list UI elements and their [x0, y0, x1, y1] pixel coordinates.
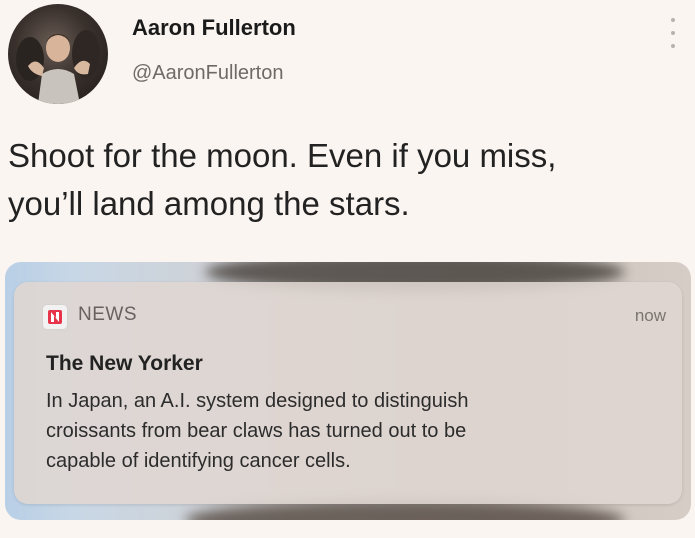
- tweet-text: Shoot for the moon. Even if you miss, yo…: [8, 132, 693, 228]
- tweet-text-line-2: you’ll land among the stars.: [8, 185, 410, 222]
- news-icon: [42, 304, 68, 330]
- app-name: NEWS: [78, 304, 137, 325]
- notification-body-line-2: croissants from bear claws has turned ou…: [46, 420, 467, 442]
- tweet-card: Aaron Fullerton @AaronFullerton Shoot fo…: [0, 0, 695, 538]
- notification-title: The New Yorker: [46, 352, 203, 375]
- notification-body-line-1: In Japan, an A.I. system designed to dis…: [46, 390, 469, 412]
- tweet-text-line-1: Shoot for the moon. Even if you miss,: [8, 137, 557, 174]
- user-handle[interactable]: @AaronFullerton: [132, 62, 283, 85]
- avatar[interactable]: [8, 4, 108, 104]
- display-name[interactable]: Aaron Fullerton: [132, 15, 296, 41]
- news-notification[interactable]: NEWS now The New Yorker In Japan, an A.I…: [14, 282, 682, 504]
- more-vertical-icon[interactable]: [668, 18, 678, 48]
- notification-time: now: [634, 306, 666, 325]
- notification-body: In Japan, an A.I. system designed to dis…: [46, 386, 666, 476]
- notification-body-line-3: capable of identifying cancer cells.: [46, 450, 351, 472]
